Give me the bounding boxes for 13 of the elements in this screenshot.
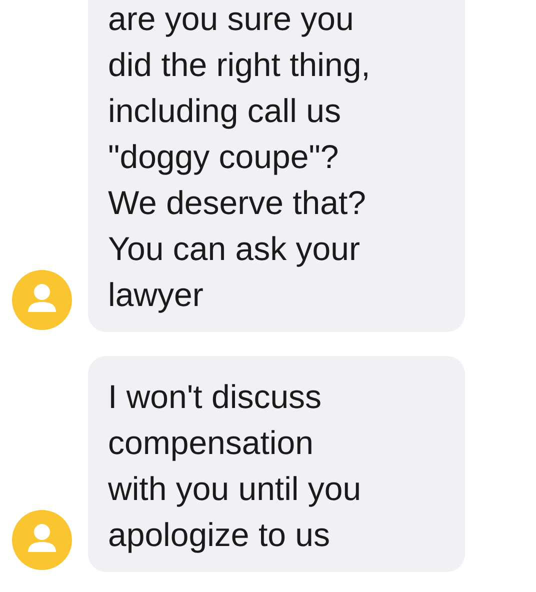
message-text: with you until you [108,469,362,509]
message-text: are you sure you [108,0,355,39]
message-text: including call us [108,91,342,131]
avatar-icon [12,510,72,570]
message-text: did the right thing, [108,45,372,85]
message-text: lawyer [108,275,204,315]
message-text: compensation [108,423,314,463]
message-text: apologize to us [108,515,331,555]
avatar-icon [12,270,72,330]
message-text: I won't discuss [108,377,323,417]
message-text: We deserve that? [108,183,368,223]
message-text: "doggy coupe"? [108,137,340,177]
message-text: You can ask your [108,229,361,269]
